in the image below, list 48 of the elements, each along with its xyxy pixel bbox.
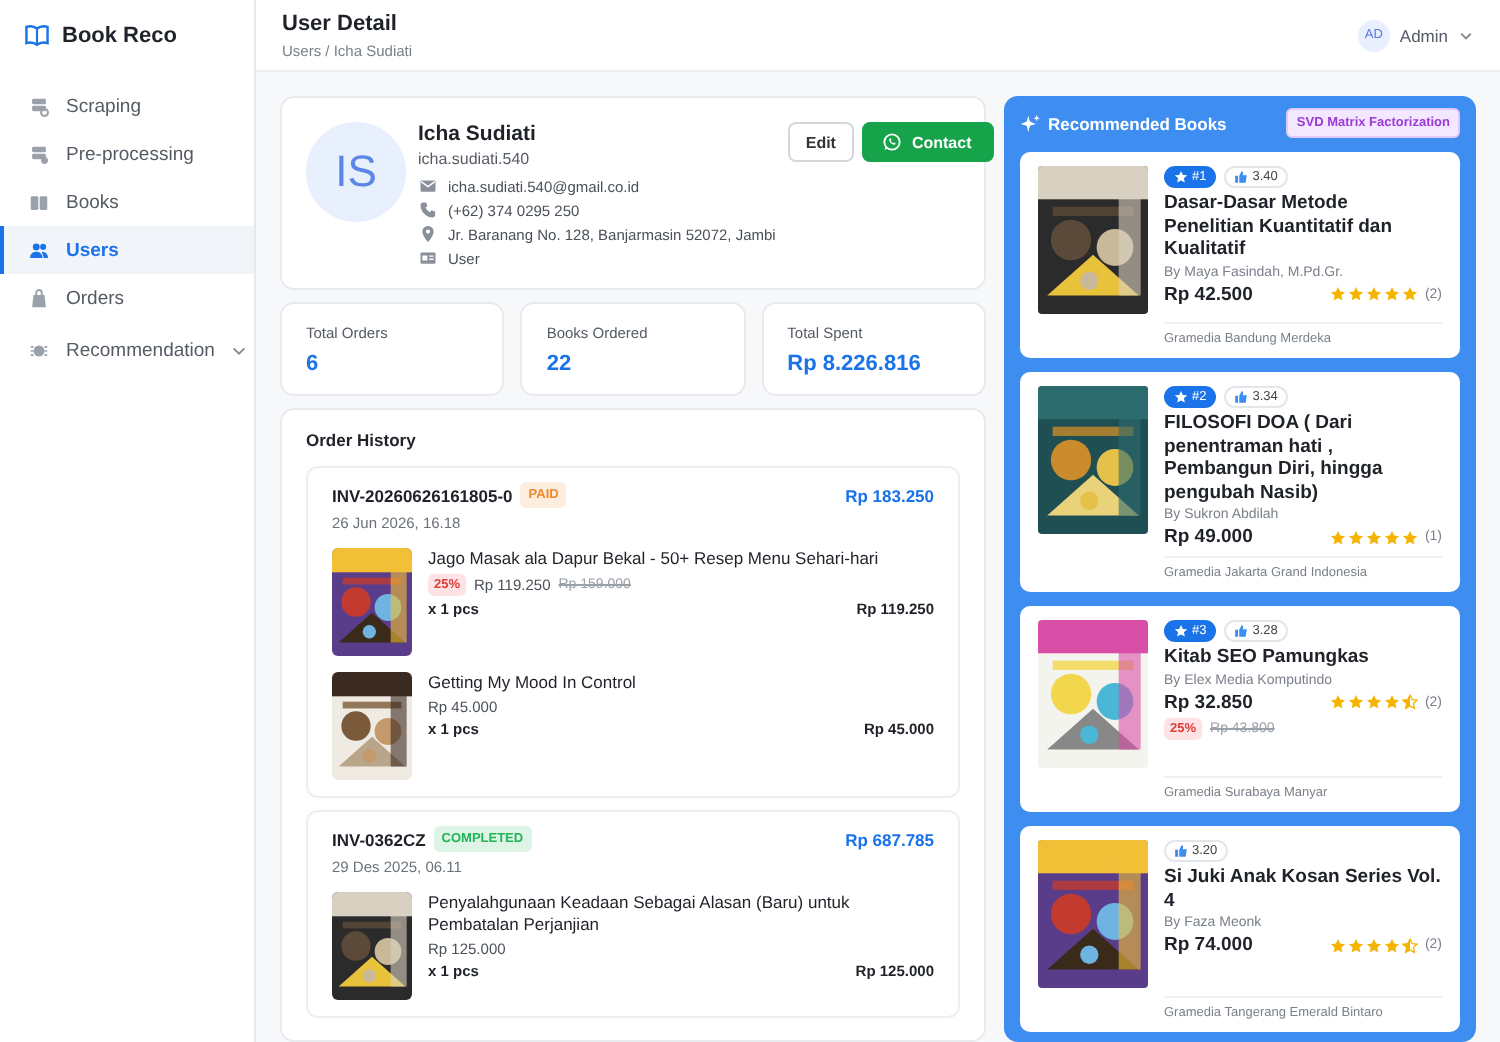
phone-icon [418, 200, 438, 220]
book-price: Rp 49.000 [1164, 526, 1253, 548]
book-price: Rp 42.500 [1164, 283, 1253, 305]
location-pin-icon [418, 224, 438, 244]
nav-item[interactable]: Recommendation [0, 326, 254, 374]
order-total: Rp 183.250 [845, 485, 934, 505]
half-star-icon [1402, 937, 1419, 953]
sparkle-icon [1020, 113, 1040, 133]
database-icon [28, 143, 50, 165]
user-name[interactable]: Admin [1399, 25, 1448, 45]
open-book-icon [24, 22, 50, 48]
database-search-icon [28, 95, 50, 117]
envelope-icon [418, 176, 438, 196]
half-star-icon [1402, 694, 1419, 710]
stat-value: 6 [306, 352, 321, 376]
item-title: Penyalahgunaan Keadaan Sebagai Alasan (Baru) untuk Pembatalan Perjanjian [428, 892, 852, 936]
profile-avatar: IS [306, 122, 406, 222]
invoice-number: INV-20260626161805-0 [332, 485, 513, 505]
username: icha.sudiati.540 [418, 150, 532, 168]
item-title: Jago Masak ala Dapur Bekal - 50+ Resep Menu Sehari-hari [428, 548, 881, 570]
id-card-icon [418, 248, 438, 268]
stat-value: Rp 8.226.816 [787, 352, 923, 376]
nav-item[interactable]: Pre-processing [0, 130, 254, 178]
order-total: Rp 687.785 [845, 829, 934, 849]
book-title: Kitab SEO Pamungkas [1164, 646, 1371, 669]
app-name: Book Reco [62, 23, 177, 47]
bag-icon [28, 287, 50, 309]
edit-button[interactable]: Edit [787, 122, 854, 162]
book-price: Rp 74.000 [1164, 934, 1253, 956]
nav-item[interactable]: Orders [0, 274, 254, 322]
book-icon [28, 191, 50, 213]
stat-value: 22 [546, 352, 574, 376]
user-full-name: Icha Sudiati [418, 122, 538, 146]
book-title: FILOSOFI DOA ( Dari penentraman hati , Pembangun Diri, hingga pengubah Nasib) [1164, 412, 1385, 504]
book-title: Si Juki Anak Kosan Series Vol. 4 [1164, 866, 1442, 912]
page-title: User Detail [282, 11, 399, 35]
nav-item[interactable]: Books [0, 178, 254, 226]
nav-item[interactable]: Users [0, 226, 254, 274]
book-title: Dasar-Dasar Metode Penelitian Kuantitatif dan Kualitatif [1164, 192, 1395, 261]
section-title: Order History [306, 430, 418, 450]
invoice-number: INV-0362CZ [332, 829, 426, 849]
nav-item[interactable]: Scraping [0, 82, 254, 130]
chat-icon [881, 132, 902, 152]
chevron-down-icon[interactable] [1458, 27, 1474, 43]
item-title: Getting My Mood In Control [428, 672, 638, 694]
book-price: Rp 32.850 [1164, 691, 1253, 713]
panel-title: Recommended Books [1048, 113, 1227, 133]
users-icon [28, 239, 50, 261]
